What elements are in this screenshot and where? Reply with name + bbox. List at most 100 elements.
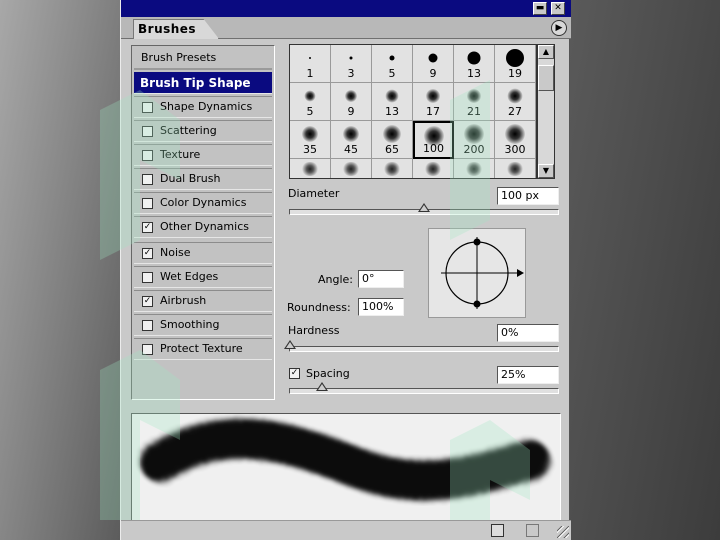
angle-label: Angle:	[318, 273, 354, 286]
trash-icon[interactable]	[526, 524, 539, 537]
option-brush-tip-shape[interactable]: Brush Tip Shape	[134, 72, 272, 94]
brush-preset-sampled[interactable]	[372, 159, 413, 178]
option-label: Protect Texture	[160, 342, 243, 355]
brush-size-label: 35	[303, 143, 317, 156]
option-checkbox[interactable]	[142, 126, 153, 137]
brush-preset-17[interactable]: 17	[413, 83, 454, 121]
angle-field[interactable]: 0°	[358, 270, 404, 288]
brush-tip-icon	[385, 89, 399, 103]
option-checkbox[interactable]	[142, 344, 153, 355]
brush-size-label: 21	[467, 105, 481, 118]
brush-tip-icon	[426, 89, 440, 103]
brush-preset-5[interactable]: 5	[372, 45, 413, 83]
option-checkbox[interactable]	[142, 272, 153, 283]
brush-preset-300[interactable]: 300	[495, 121, 536, 159]
brush-tip-icon	[309, 57, 311, 59]
grid-scrollbar[interactable]: ▲ ▼	[537, 44, 555, 179]
option-checkbox[interactable]: ✓	[142, 296, 153, 307]
hardness-field[interactable]: 0%	[497, 324, 559, 342]
option-smoothing[interactable]: Smoothing	[134, 314, 272, 336]
brush-preset-200[interactable]: 200	[454, 121, 495, 159]
minimize-button[interactable]: ▬	[533, 2, 547, 15]
option-dual-brush[interactable]: Dual Brush	[134, 168, 272, 190]
brush-size-label: 13	[385, 105, 399, 118]
option-noise[interactable]: ✓ Noise	[134, 242, 272, 264]
roundness-field[interactable]: 100%	[358, 298, 404, 316]
diameter-slider-knob[interactable]	[418, 203, 430, 212]
brush-tip-icon	[467, 89, 481, 103]
scroll-up-arrow-icon[interactable]: ▲	[538, 45, 554, 59]
option-checkbox[interactable]	[142, 320, 153, 331]
brush-preset-9[interactable]: 9	[413, 45, 454, 83]
brush-preset-3[interactable]: 3	[331, 45, 372, 83]
brush-preset-27[interactable]: 27	[495, 83, 536, 121]
hardness-label: Hardness	[288, 324, 340, 337]
palette-menu-icon[interactable]: ▶	[551, 20, 567, 36]
brush-size-label: 3	[347, 67, 355, 80]
brush-preset-13[interactable]: 13	[454, 45, 495, 83]
option-scattering[interactable]: Scattering	[134, 120, 272, 142]
brush-tip-icon	[467, 51, 481, 65]
brush-size-label: 1	[306, 67, 314, 80]
brush-preset-45[interactable]: 45	[331, 121, 372, 159]
scroll-down-arrow-icon[interactable]: ▼	[538, 164, 554, 178]
brush-preset-sampled[interactable]	[413, 159, 454, 178]
hardness-slider-knob[interactable]	[284, 340, 296, 349]
spacing-slider-knob[interactable]	[316, 382, 328, 391]
brush-preset-grid[interactable]: 1 3 5 9 13 19 5 9 13 17 21 27 35 45 65 100 200 300	[289, 44, 537, 179]
option-label: Smoothing	[160, 318, 220, 331]
option-checkbox[interactable]	[142, 174, 153, 185]
brush-options-list: Brush Presets Brush Tip Shape Shape Dynam…	[131, 45, 275, 400]
palette-footer	[121, 520, 571, 540]
resize-grip-icon[interactable]	[557, 526, 569, 538]
title-bar[interactable]: ▬ ✕	[121, 0, 571, 17]
brush-preset-13[interactable]: 13	[372, 83, 413, 121]
brush-preset-19[interactable]: 19	[495, 45, 536, 83]
brush-preset-21[interactable]: 21	[454, 83, 495, 121]
brush-size-label: 100	[423, 142, 444, 155]
brush-size-label: 5	[388, 67, 396, 80]
sampled-brush-icon	[506, 162, 524, 176]
option-texture[interactable]: Texture	[134, 144, 272, 166]
option-other-dynamics[interactable]: ✓ Other Dynamics	[134, 216, 272, 238]
brush-tip-icon	[345, 90, 357, 102]
brush-preset-sampled[interactable]	[495, 159, 536, 178]
brush-size-label: 45	[344, 143, 358, 156]
option-checkbox[interactable]	[142, 198, 153, 209]
brush-preset-1[interactable]: 1	[290, 45, 331, 83]
angle-roundness-preview[interactable]	[428, 228, 526, 318]
option-protect-texture[interactable]: Protect Texture	[134, 338, 272, 360]
option-checkbox[interactable]	[142, 150, 153, 161]
brush-preset-9[interactable]: 9	[331, 83, 372, 121]
brush-preset-35[interactable]: 35	[290, 121, 331, 159]
diameter-field[interactable]: 100 px	[497, 187, 559, 205]
brush-tip-icon	[304, 90, 316, 102]
spacing-field[interactable]: 25%	[497, 366, 559, 384]
close-button[interactable]: ✕	[551, 2, 565, 15]
option-checkbox[interactable]: ✓	[142, 222, 153, 233]
tab-brushes[interactable]: Brushes	[133, 19, 220, 39]
brush-tip-icon	[507, 88, 523, 104]
brush-preset-100[interactable]: 100	[413, 121, 454, 159]
hardness-slider[interactable]	[284, 340, 559, 352]
option-shape-dynamics[interactable]: Shape Dynamics	[134, 96, 272, 118]
scroll-thumb[interactable]	[538, 65, 554, 91]
tab-bar: Brushes ▶	[121, 17, 571, 39]
option-wet-edges[interactable]: Wet Edges	[134, 266, 272, 288]
option-checkbox[interactable]	[142, 102, 153, 113]
brush-preset-sampled[interactable]	[454, 159, 495, 178]
option-color-dynamics[interactable]: Color Dynamics	[134, 192, 272, 214]
option-checkbox[interactable]: ✓	[142, 248, 153, 259]
brush-preset-sampled[interactable]	[290, 159, 331, 178]
brush-preset-65[interactable]: 65	[372, 121, 413, 159]
spacing-checkbox[interactable]: ✓	[289, 368, 300, 379]
brush-presets-item[interactable]: Brush Presets	[134, 46, 272, 70]
option-label: Airbrush	[160, 294, 207, 307]
new-preset-icon[interactable]	[491, 524, 504, 537]
diameter-slider[interactable]	[289, 203, 559, 215]
option-airbrush[interactable]: ✓ Airbrush	[134, 290, 272, 312]
brush-size-label: 9	[347, 105, 355, 118]
spacing-slider[interactable]	[289, 382, 559, 394]
brush-preset-5[interactable]: 5	[290, 83, 331, 121]
brush-preset-sampled[interactable]	[331, 159, 372, 178]
